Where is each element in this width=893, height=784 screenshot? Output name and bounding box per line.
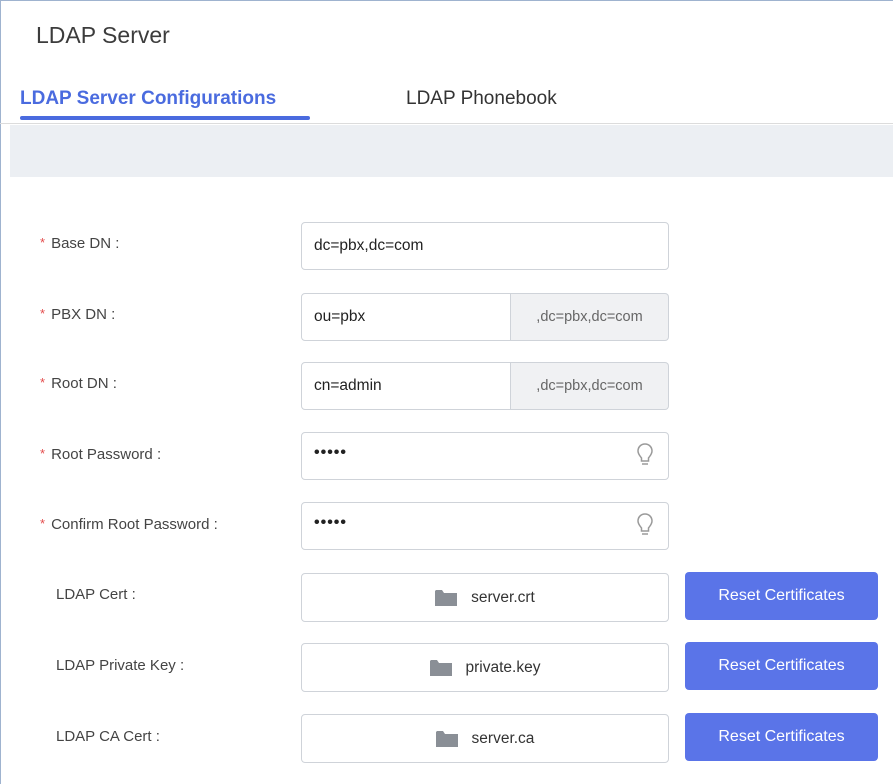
root-password-label: * Root Password : (40, 446, 162, 463)
required-mark: * (40, 516, 46, 531)
tab-ldap-server-configurations[interactable]: LDAP Server Configurations (20, 88, 276, 110)
required-mark: * (40, 375, 46, 390)
page-title: LDAP Server (36, 22, 170, 48)
ldap-cert-filename: server.crt (471, 588, 535, 606)
ldap-ca-cert-filename: server.ca (471, 729, 535, 747)
root-password-input[interactable]: ••••• (301, 432, 669, 480)
root-dn-label: * Root DN : (40, 375, 117, 392)
confirm-root-password-input[interactable]: ••••• (301, 502, 669, 550)
tab-bar: LDAP Server Configurations LDAP Phoneboo… (0, 80, 893, 124)
tab-ldap-phonebook[interactable]: LDAP Phonebook (406, 88, 557, 110)
confirm-root-password-label: * Confirm Root Password : (40, 516, 218, 533)
required-mark: * (40, 306, 46, 321)
reset-certificates-button[interactable]: Reset Certificates (685, 572, 878, 620)
active-tab-indicator (20, 116, 310, 120)
required-mark: * (40, 235, 46, 250)
ldap-private-key-filename: private.key (465, 658, 541, 676)
ldap-ca-cert-file-picker[interactable]: server.ca (301, 714, 669, 763)
reset-certificates-button[interactable]: Reset Certificates (685, 713, 878, 761)
lightbulb-icon[interactable] (636, 442, 654, 473)
required-mark: * (40, 446, 46, 461)
folder-icon (435, 731, 458, 747)
ldap-cert-file-picker[interactable]: server.crt (301, 573, 669, 622)
ldap-private-key-label: LDAP Private Key : (56, 657, 185, 674)
ldap-ca-cert-label: LDAP CA Cert : (56, 728, 160, 745)
folder-icon (435, 590, 458, 606)
root-dn-suffix: ,dc=pbx,dc=com (511, 362, 669, 410)
base-dn-input[interactable]: dc=pbx,dc=com (301, 222, 669, 270)
pbx-dn-label: * PBX DN : (40, 306, 116, 323)
ldap-private-key-file-picker[interactable]: private.key (301, 643, 669, 692)
pbx-dn-suffix: ,dc=pbx,dc=com (511, 293, 669, 341)
lightbulb-icon[interactable] (636, 512, 654, 543)
reset-certificates-button[interactable]: Reset Certificates (685, 642, 878, 690)
root-dn-input[interactable]: cn=admin (301, 362, 511, 410)
pbx-dn-input[interactable]: ou=pbx (301, 293, 511, 341)
ldap-cert-label: LDAP Cert : (56, 586, 136, 603)
folder-icon (429, 660, 452, 676)
base-dn-label: * Base DN : (40, 235, 120, 252)
section-header-band (10, 125, 893, 177)
